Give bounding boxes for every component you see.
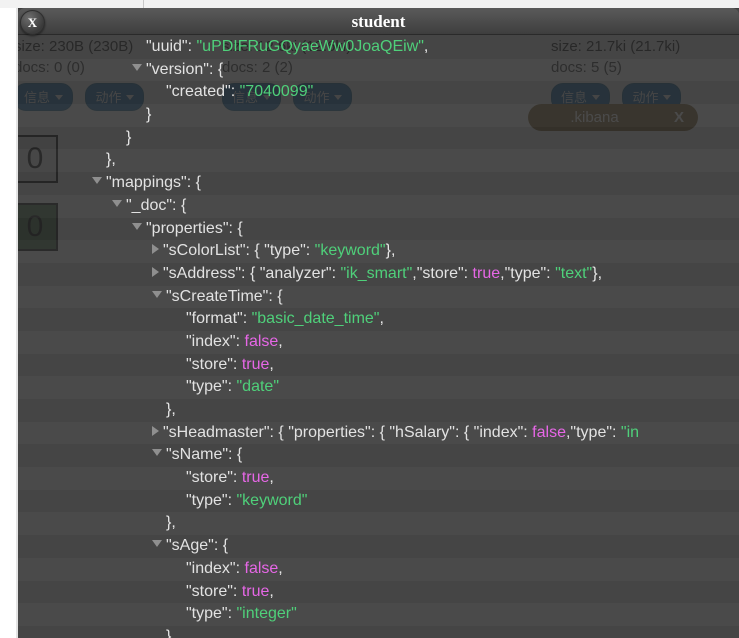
json-token: "properties": { [146, 219, 243, 237]
json-token: }, [592, 264, 603, 282]
json-token: true [241, 469, 270, 487]
json-token: true [241, 355, 270, 373]
json-line[interactable]: "mappings": { [18, 172, 739, 195]
json-token: "date" [236, 378, 280, 396]
json-token: "sHeadmaster": { "properties": { "hSalar… [163, 423, 533, 441]
twisty-collapsed-icon[interactable] [152, 425, 159, 436]
twisty-expanded-icon[interactable] [152, 540, 162, 548]
json-token: ,"store": [412, 264, 473, 282]
json-token: , [269, 469, 274, 487]
json-token: }, [166, 514, 176, 532]
twisty-expanded-icon[interactable] [152, 449, 162, 457]
json-token: "format": [186, 310, 252, 328]
json-token: , [278, 332, 283, 350]
twisty-expanded-icon[interactable] [132, 63, 142, 71]
twisty-collapsed-icon[interactable] [152, 266, 159, 277]
json-line[interactable]: "store": true, [18, 467, 739, 490]
json-line[interactable]: "store": true, [18, 354, 739, 377]
json-line[interactable]: } [18, 127, 739, 150]
json-tree-viewer[interactable]: "uuid": "uPDIFRuGQyaeWw0JoaQEiw", "versio… [18, 34, 739, 638]
json-line[interactable]: }, [18, 512, 739, 535]
json-line[interactable]: "sColorList": { "type": "keyword"}, [18, 240, 739, 263]
json-line[interactable]: }, [18, 399, 739, 422]
json-token: "index": [186, 332, 245, 350]
twisty-expanded-icon[interactable] [152, 290, 162, 298]
modal-title: student [351, 12, 406, 31]
json-line[interactable]: "type": "date" [18, 376, 739, 399]
json-line[interactable]: "uuid": "uPDIFRuGQyaeWw0JoaQEiw", [18, 36, 739, 59]
json-token: "uPDIFRuGQyaeWw0JoaQEiw" [196, 38, 424, 55]
json-token: "sAge": { [166, 537, 229, 555]
json-line[interactable]: "type": "integer" [18, 603, 739, 626]
json-token: , [269, 355, 274, 373]
json-token: , [269, 582, 274, 600]
json-line[interactable]: }, [18, 626, 739, 638]
json-token: , [379, 310, 384, 328]
json-line[interactable]: "store": true, [18, 581, 739, 604]
json-token: "store": [186, 355, 242, 373]
json-token: false [244, 332, 279, 350]
index-mapping-modal: X student "uuid": "uPDIFRuGQyaeWw0JoaQEi… [18, 8, 739, 638]
twisty-expanded-icon[interactable] [112, 199, 122, 207]
json-token: "sCreateTime": { [166, 287, 283, 305]
json-token: "type": [186, 378, 237, 396]
json-token: "store": [186, 469, 242, 487]
json-token: "sColorList": { "type": [163, 242, 315, 260]
json-line[interactable]: "type": "keyword" [18, 490, 739, 513]
json-token: false [244, 559, 279, 577]
json-token: true [472, 264, 501, 282]
json-token: ,"type": [565, 423, 621, 441]
json-token: "keyword" [314, 242, 386, 260]
json-token: "type": [186, 491, 237, 509]
json-line[interactable]: "created": "7040099" [18, 81, 739, 104]
json-line[interactable]: } [18, 104, 739, 127]
json-token: "index": [186, 559, 245, 577]
json-line[interactable]: }, [18, 149, 739, 172]
json-line[interactable]: "properties": { [18, 218, 739, 241]
top-bar-divider [143, 0, 144, 8]
json-token: }, [385, 242, 396, 260]
json-token: "in [620, 423, 640, 441]
json-token: ,"type": [500, 264, 556, 282]
json-token: "sAddress": { "analyzer": [163, 264, 341, 282]
json-token: "ik_smart" [340, 264, 413, 282]
json-line[interactable]: "index": false, [18, 331, 739, 354]
json-line[interactable]: "sHeadmaster": { "properties": { "hSalar… [18, 422, 739, 445]
json-token: "keyword" [236, 491, 308, 509]
json-token: }, [166, 627, 176, 638]
json-token: } [126, 128, 132, 146]
json-token: "store": [186, 582, 242, 600]
json-token: true [241, 582, 270, 600]
json-token: } [146, 106, 152, 124]
json-line[interactable]: "sName": { [18, 444, 739, 467]
json-token: "type": [186, 605, 237, 623]
json-token: "7040099" [239, 83, 314, 101]
modal-title-bar: X student [18, 8, 739, 35]
modal-body[interactable]: "uuid": "uPDIFRuGQyaeWw0JoaQEiw", "versio… [18, 34, 739, 638]
json-line[interactable]: "index": false, [18, 558, 739, 581]
json-token: "_doc": { [126, 196, 187, 214]
json-line[interactable]: "sAge": { [18, 535, 739, 558]
json-line[interactable]: "_doc": { [18, 195, 739, 218]
json-token: "version": { [146, 60, 224, 78]
twisty-expanded-icon[interactable] [132, 222, 142, 230]
json-line[interactable]: "sAddress": { "analyzer": "ik_smart","st… [18, 263, 739, 286]
json-line[interactable]: "format": "basic_date_time", [18, 308, 739, 331]
json-token: "basic_date_time" [251, 310, 380, 328]
json-token: "text" [555, 264, 593, 282]
twisty-collapsed-icon[interactable] [152, 244, 159, 255]
json-token: , [278, 559, 283, 577]
json-token: "created": [166, 83, 240, 101]
json-token: "mappings": { [106, 174, 201, 192]
twisty-expanded-icon[interactable] [92, 177, 102, 185]
json-token: }, [106, 151, 116, 169]
json-token: , [423, 38, 429, 55]
json-line[interactable]: "version": { [18, 59, 739, 82]
json-line[interactable]: "sCreateTime": { [18, 286, 739, 309]
json-token: false [532, 423, 566, 441]
json-token: "sName": { [166, 446, 243, 464]
json-token: "uuid": [146, 38, 197, 55]
json-token: "integer" [236, 605, 297, 623]
json-token: }, [166, 401, 176, 418]
